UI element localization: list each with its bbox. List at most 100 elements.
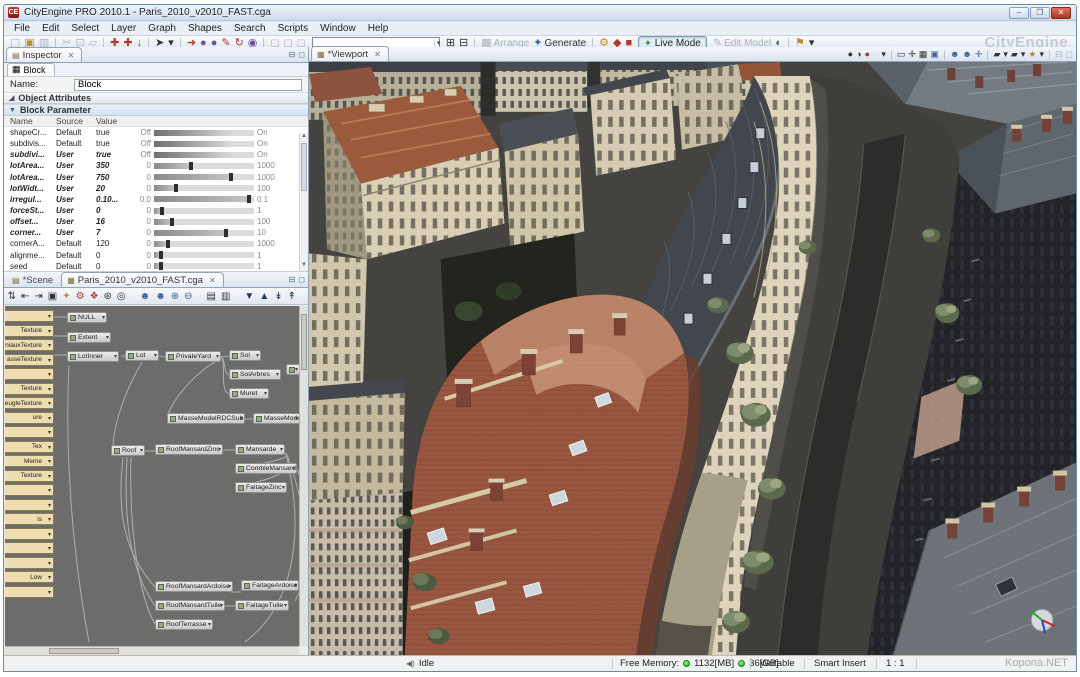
collapse-all-icon[interactable]: ▼ bbox=[242, 290, 256, 303]
sort-down-icon[interactable]: ↡ bbox=[272, 290, 284, 303]
graph-horizontal-scrollbar[interactable] bbox=[5, 646, 299, 655]
texture-node[interactable]: Texture ▾ bbox=[5, 325, 54, 337]
texture-node[interactable]: Low ▾ bbox=[5, 571, 54, 583]
node-dropdown-icon[interactable]: ▾ bbox=[295, 415, 298, 422]
node-dropdown-icon[interactable]: ▾ bbox=[48, 473, 51, 480]
viewpoint-icon[interactable]: ☻ bbox=[961, 48, 972, 61]
look-at-icon[interactable]: ✛ bbox=[974, 48, 984, 61]
shaded-mode-icon[interactable]: ● bbox=[847, 48, 854, 61]
zoom-in-icon[interactable]: ⊕ bbox=[169, 290, 181, 303]
graph-node[interactable]: FaitageTuile ▾ bbox=[235, 600, 289, 611]
link-nodes-icon[interactable]: ⊛ bbox=[102, 290, 114, 303]
select-leaf-icon[interactable]: ☻ bbox=[153, 290, 168, 303]
camera-dropdown[interactable]: ▾ bbox=[1002, 48, 1009, 61]
node-dropdown-icon[interactable]: ▾ bbox=[48, 516, 51, 523]
parameter-slider[interactable] bbox=[154, 174, 254, 180]
node-dropdown-icon[interactable]: ▾ bbox=[140, 447, 143, 454]
node-dropdown-icon[interactable]: ▾ bbox=[48, 531, 51, 538]
menu-search[interactable]: Search bbox=[228, 23, 272, 34]
grid-toggle-icon[interactable]: ▦ bbox=[918, 48, 929, 61]
node-dropdown-icon[interactable]: ▾ bbox=[106, 334, 109, 341]
lotArea...[interactable]: lotArea... User 350 0 1000 bbox=[4, 160, 308, 171]
node-dropdown-icon[interactable]: ▾ bbox=[295, 366, 298, 373]
axes-toggle-icon[interactable]: ✛ bbox=[907, 48, 917, 61]
texture-node[interactable]: ▾ bbox=[5, 499, 54, 511]
minimize-panel-icon[interactable]: ⊟ bbox=[289, 50, 296, 59]
textured-mode-icon[interactable]: ● bbox=[864, 48, 871, 61]
list-view-icon[interactable]: ▤ bbox=[205, 290, 218, 303]
separator[interactable] bbox=[987, 50, 988, 60]
node-dropdown-icon[interactable]: ▾ bbox=[292, 465, 295, 472]
menu-edit[interactable]: Edit bbox=[36, 23, 65, 34]
slider-knob[interactable] bbox=[159, 251, 163, 259]
graph-node[interactable]: Muret ▾ bbox=[229, 388, 269, 399]
shapeCr...[interactable]: shapeCr... Default true Off On bbox=[4, 127, 308, 138]
texture-node[interactable]: Texture ▾ bbox=[5, 470, 54, 482]
irregul...[interactable]: irregul... User 0.10... 0.0 0.1 bbox=[4, 194, 308, 205]
separator[interactable] bbox=[944, 50, 945, 60]
section-object-attributes[interactable]: ◢ Object Attributes bbox=[4, 92, 308, 104]
node-dropdown-icon[interactable]: ▾ bbox=[48, 371, 51, 378]
title-bar[interactable]: CE CityEngine PRO 2010.1 - Paris_2010_v2… bbox=[4, 5, 1076, 21]
slider-knob[interactable] bbox=[166, 240, 170, 248]
bookmark-dropdown[interactable]: ▾ bbox=[1038, 48, 1045, 61]
texture-node[interactable]: ▾ bbox=[5, 368, 54, 380]
parameter-slider[interactable] bbox=[154, 163, 254, 169]
parameter-slider[interactable] bbox=[154, 263, 254, 269]
expand-all-icon[interactable]: ▲ bbox=[257, 290, 271, 303]
slider-knob[interactable] bbox=[160, 207, 164, 215]
parameter-slider[interactable] bbox=[154, 241, 254, 247]
node-dropdown-icon[interactable]: ▾ bbox=[48, 589, 51, 596]
texture-node[interactable]: ▾ bbox=[5, 484, 54, 496]
node-dropdown-icon[interactable]: ▾ bbox=[154, 352, 157, 359]
node-dropdown-icon[interactable]: ▾ bbox=[282, 484, 285, 491]
node-dropdown-icon[interactable]: ▾ bbox=[48, 342, 51, 349]
texture-node[interactable]: asseTexture ▾ bbox=[5, 354, 54, 366]
texture-node[interactable]: is ▾ bbox=[5, 513, 54, 525]
maximize-button[interactable]: ❐ bbox=[1030, 7, 1050, 19]
camera2-dropdown[interactable]: ▾ bbox=[1020, 48, 1027, 61]
parameter-slider[interactable] bbox=[154, 208, 254, 214]
graph-node[interactable]: RoofMansardZinc ▾ bbox=[155, 444, 223, 455]
lotWidt...[interactable]: lotWidt... User 20 0 100 bbox=[4, 183, 308, 194]
slider-knob[interactable] bbox=[159, 262, 163, 270]
tab-block[interactable]: ▦ Block bbox=[7, 63, 55, 76]
hiddenline-mode-icon[interactable]: ◑ bbox=[855, 48, 862, 61]
slider-knob[interactable] bbox=[174, 184, 178, 192]
graph-node[interactable]: ▾ bbox=[286, 364, 299, 375]
menu-help[interactable]: Help bbox=[362, 23, 395, 34]
minimize-button[interactable]: – bbox=[1009, 7, 1029, 19]
node-dropdown-icon[interactable]: ▾ bbox=[264, 390, 267, 397]
shading-options-icon[interactable]: ◌ bbox=[872, 48, 879, 61]
graph-node[interactable]: Extent ▾ bbox=[67, 332, 111, 343]
node-dropdown-icon[interactable]: ▾ bbox=[218, 446, 221, 453]
texture-node[interactable]: niauxTexture ▾ bbox=[5, 339, 54, 351]
node-dropdown-icon[interactable]: ▾ bbox=[48, 400, 51, 407]
slider-knob[interactable] bbox=[189, 162, 193, 170]
graph-node[interactable]: Sol ▾ bbox=[229, 350, 261, 361]
search-node-icon[interactable]: ◎ bbox=[115, 290, 128, 303]
graph-node[interactable]: MasseModelRDC ▾ bbox=[253, 413, 299, 424]
align-left-icon[interactable]: ⇤ bbox=[19, 290, 31, 303]
node-dropdown-icon[interactable]: ▾ bbox=[48, 444, 51, 451]
close-icon[interactable]: ✕ bbox=[68, 51, 75, 60]
node-dropdown-icon[interactable]: ▾ bbox=[284, 602, 287, 609]
graph-node[interactable]: Lot ▾ bbox=[125, 350, 159, 361]
parameter-slider[interactable] bbox=[154, 230, 254, 236]
layout-graph-icon[interactable]: ⇅ bbox=[6, 290, 18, 303]
node-dropdown-icon[interactable]: ▾ bbox=[280, 446, 283, 453]
graph-node[interactable]: SolArbres ▾ bbox=[229, 369, 281, 380]
graph-node[interactable]: RoofTerrasse ▾ bbox=[155, 619, 213, 630]
node-dropdown-icon[interactable]: ▾ bbox=[48, 458, 51, 465]
bookmark-icon[interactable]: ★ bbox=[1027, 48, 1037, 61]
graph-node[interactable]: RoofMansardTuile ▾ bbox=[155, 600, 225, 611]
menu-layer[interactable]: Layer bbox=[105, 23, 142, 34]
graph-node[interactable]: FaitageArdoise ▾ bbox=[241, 580, 299, 591]
first-person-icon[interactable]: ☻ bbox=[949, 48, 960, 61]
node-dropdown-icon[interactable]: ▾ bbox=[114, 353, 117, 360]
parameter-slider[interactable] bbox=[154, 141, 254, 147]
camera2-icon[interactable]: ▰ bbox=[1010, 48, 1019, 61]
node-dropdown-icon[interactable]: ▾ bbox=[256, 352, 259, 359]
minimize-view-icon[interactable]: ⊟ bbox=[1054, 48, 1064, 61]
texture-node[interactable]: ▾ bbox=[5, 542, 54, 554]
